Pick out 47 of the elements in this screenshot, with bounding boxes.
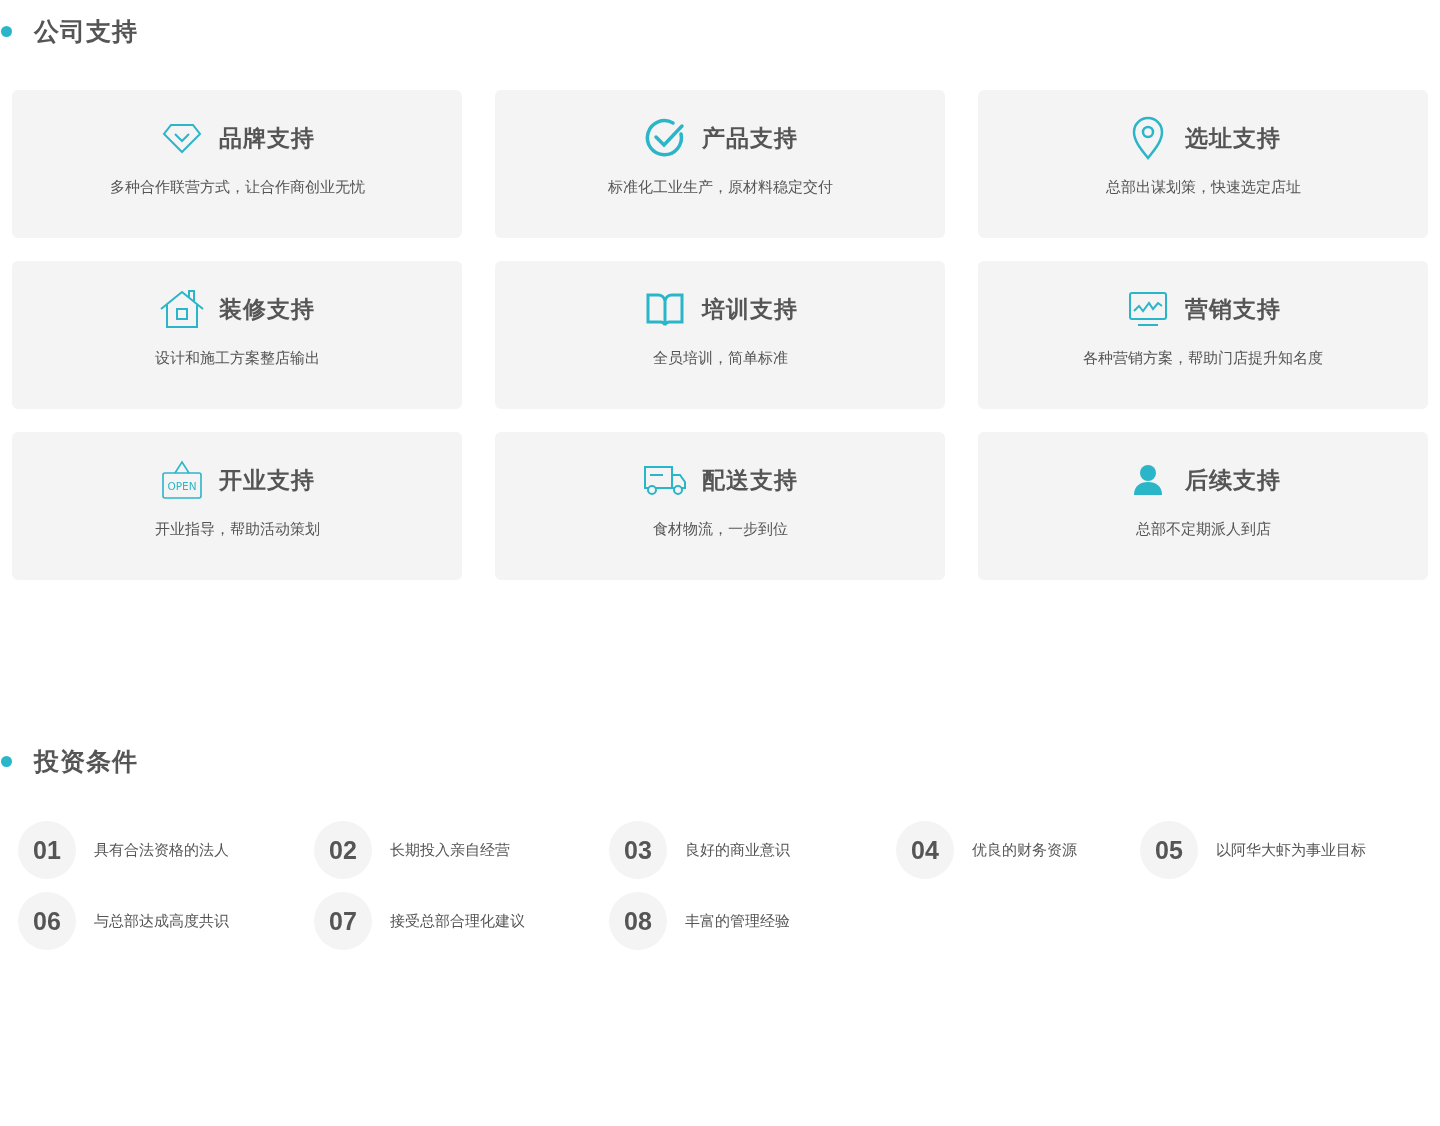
number-circle: 04: [896, 821, 954, 879]
bullet-dot: [1, 25, 12, 37]
card-description: 全员培训，简单标准: [652, 349, 788, 368]
number-circle: 03: [609, 821, 667, 879]
card-title: 装修支持: [219, 294, 315, 324]
card-title: 开业支持: [219, 465, 315, 495]
card-title: 选址支持: [1185, 123, 1281, 153]
condition-text: 与总部达成高度共识: [94, 911, 229, 931]
card-title: 营销支持: [1185, 294, 1281, 324]
card-description: 食材物流，一步到位: [652, 520, 788, 539]
card-description: 总部不定期派人到店: [1135, 520, 1271, 539]
card-description: 多种合作联营方式，让合作商创业无忧: [109, 178, 365, 197]
card-title: 品牌支持: [219, 123, 315, 153]
diamond-icon: [162, 121, 202, 155]
open-book-icon: [646, 291, 684, 327]
card-description: 开业指导，帮助活动策划: [154, 520, 320, 539]
delivery-truck-icon: [643, 464, 687, 496]
number-circle: 06: [18, 892, 76, 950]
number-circle: 05: [1140, 821, 1198, 879]
number-circle: 08: [609, 892, 667, 950]
bullet-dot: [1, 755, 12, 767]
person-icon: [1133, 464, 1163, 496]
card-title: 产品支持: [702, 123, 798, 153]
card-title: 后续支持: [1185, 465, 1281, 495]
hanging-sign-icon: [162, 460, 202, 499]
card-title: 配送支持: [702, 465, 798, 495]
number-circle: 02: [314, 821, 372, 879]
card-description: 各种营销方案，帮助门店提升知名度: [1083, 349, 1323, 368]
number-circle: 07: [314, 892, 372, 950]
condition-text: 优良的财务资源: [972, 840, 1077, 860]
location-pin-icon: [1131, 116, 1165, 160]
card-description: 设计和施工方案整店输出: [154, 349, 320, 368]
condition-text: 丰富的管理经验: [685, 911, 790, 931]
card-description: 标准化工业生产，原材料稳定交付: [607, 178, 833, 197]
sign-text: OPEN: [167, 480, 197, 492]
chart-monitor-icon: [1128, 291, 1168, 327]
section-title: 公司支持: [34, 15, 138, 48]
house-icon: [159, 289, 205, 329]
card-title: 培训支持: [702, 294, 798, 324]
condition-text: 长期投入亲自经营: [390, 840, 510, 860]
condition-text: 以阿华大虾为事业目标: [1216, 840, 1366, 860]
condition-text: 良好的商业意识: [685, 840, 790, 860]
condition-text: 具有合法资格的法人: [94, 840, 229, 860]
number-circle: 01: [18, 821, 76, 879]
card-description: 总部出谋划策，快速选定店址: [1105, 178, 1301, 197]
section-title: 投资条件: [34, 745, 138, 778]
condition-text: 接受总部合理化建议: [390, 911, 525, 931]
